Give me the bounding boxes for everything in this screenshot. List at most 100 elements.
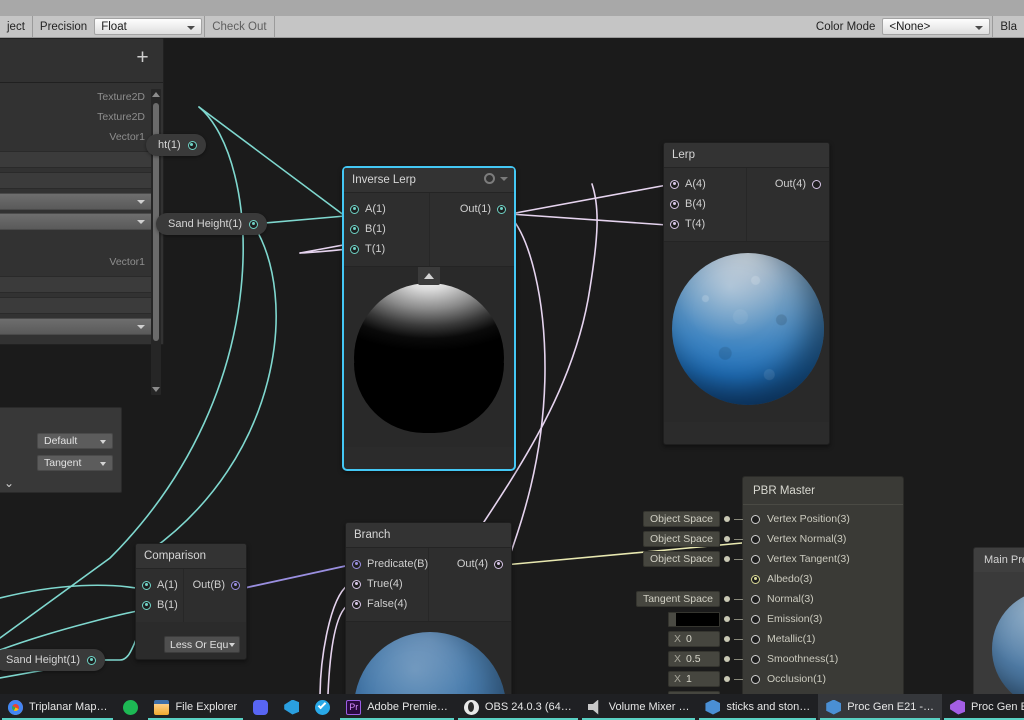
pbr-row-occlusion[interactable]: X 1 Occlusion(1): [743, 669, 903, 689]
property-output-slot[interactable]: [249, 220, 258, 229]
pbr-row-albedo[interactable]: Albedo(3): [743, 569, 903, 589]
pbr-row-metallic[interactable]: X 0 Metallic(1): [743, 629, 903, 649]
node-title-bar[interactable]: Inverse Lerp: [344, 168, 514, 193]
taskbar-item-obs[interactable]: OBS 24.0.3 (64…: [456, 694, 580, 720]
node-lerp[interactable]: Lerp A(4) B(4) T(4): [663, 142, 830, 445]
taskbar-item-check[interactable]: [307, 694, 338, 720]
node-title-bar[interactable]: Branch: [346, 523, 511, 548]
scroll-down-icon[interactable]: [152, 387, 160, 392]
port-out[interactable]: Out(4): [429, 554, 511, 574]
input-slot[interactable]: [751, 675, 760, 684]
add-property-button[interactable]: +: [134, 50, 151, 67]
taskbar-item-premiere[interactable]: Pr Adobe Premie…: [338, 694, 456, 720]
port-b[interactable]: B(1): [344, 219, 429, 239]
smoothness-input[interactable]: X 0.5: [668, 651, 720, 667]
pbr-row-vertex-tangent[interactable]: Object Space Vertex Tangent(3): [743, 549, 903, 569]
input-slot[interactable]: [350, 245, 359, 254]
input-slot[interactable]: [670, 200, 679, 209]
input-slot[interactable]: [350, 205, 359, 214]
port-a[interactable]: A(1): [344, 199, 429, 219]
pbr-row-emission[interactable]: Emission(3): [743, 609, 903, 629]
port-a[interactable]: A(1): [136, 575, 183, 595]
reference-guid-field-2[interactable]: 4C3F5EE4: [0, 276, 153, 293]
taskbar-item-file-explorer[interactable]: File Explorer: [146, 694, 245, 720]
space-dropdown[interactable]: Tangent Space: [636, 591, 720, 607]
port-true[interactable]: True(4): [346, 574, 428, 594]
taskbar-item-unity-procgen[interactable]: Proc Gen E21 -…: [818, 694, 942, 720]
input-slot[interactable]: [751, 595, 760, 604]
space-dropdown[interactable]: Object Space: [643, 551, 720, 567]
main-preview-sphere[interactable]: [992, 590, 1024, 694]
property-output-slot[interactable]: [87, 656, 96, 665]
input-slot[interactable]: [751, 635, 760, 644]
blackboard-row[interactable]: Vector1: [0, 252, 163, 272]
graph-canvas[interactable]: + Texture2D Texture2D Vector1 6F228B9F p…: [0, 38, 1024, 694]
collapse-preview-button[interactable]: [418, 267, 440, 285]
input-slot[interactable]: [751, 575, 760, 584]
output-slot[interactable]: [812, 180, 821, 189]
check-out-button[interactable]: Check Out: [205, 21, 273, 33]
gear-icon[interactable]: [484, 173, 495, 184]
property-pill-height[interactable]: ht(1): [146, 134, 206, 156]
chevron-down-icon[interactable]: [500, 177, 508, 181]
mode-dropdown-1[interactable]: [0, 193, 153, 210]
node-pbr-master[interactable]: PBR Master Object Space Vertex Position(…: [742, 476, 904, 694]
input-slot[interactable]: [751, 615, 760, 624]
port-predicate[interactable]: Predicate(B): [346, 554, 428, 574]
node-title-bar[interactable]: PBR Master: [743, 477, 903, 505]
tangent-dropdown[interactable]: Tangent: [37, 455, 113, 471]
port-out[interactable]: Out(1): [430, 199, 515, 219]
port-out[interactable]: Out(4): [747, 174, 829, 194]
output-slot[interactable]: [231, 581, 240, 590]
node-title-bar[interactable]: Lerp: [664, 143, 829, 168]
scroll-up-icon[interactable]: [152, 92, 160, 97]
port-b[interactable]: B(4): [664, 194, 746, 214]
blackboard-row[interactable]: Vector1: [0, 127, 163, 147]
port-b[interactable]: B(1): [136, 595, 183, 615]
property-output-slot[interactable]: [188, 141, 197, 150]
input-slot[interactable]: [751, 535, 760, 544]
taskbar-item-visual-studio[interactable]: Proc Gen E21 -…: [942, 694, 1024, 720]
input-slot[interactable]: [751, 515, 760, 524]
blackboard-panel[interactable]: + Texture2D Texture2D Vector1 6F228B9F p…: [0, 38, 164, 345]
pbr-row-normal[interactable]: Tangent Space Normal(3): [743, 589, 903, 609]
input-slot[interactable]: [142, 581, 151, 590]
node-title-bar[interactable]: Comparison: [136, 544, 246, 569]
comparison-operator-dropdown[interactable]: Less Or Equ: [164, 636, 240, 653]
input-slot[interactable]: [142, 601, 151, 610]
precision-dropdown[interactable]: Float: [94, 18, 202, 35]
taskbar-item-chrome[interactable]: Triplanar Map…: [0, 694, 115, 720]
space-dropdown[interactable]: Object Space: [643, 511, 720, 527]
taskbar-item-volume-mixer[interactable]: Volume Mixer …: [580, 694, 698, 720]
main-preview-panel[interactable]: Main Pre: [973, 547, 1024, 694]
input-slot[interactable]: [751, 655, 760, 664]
taskbar-item-unity-sticks[interactable]: sticks and ston…: [697, 694, 818, 720]
pbr-row-vertex-position[interactable]: Object Space Vertex Position(3): [743, 509, 903, 529]
emission-color-field[interactable]: [668, 612, 720, 627]
windows-taskbar[interactable]: Triplanar Map… File Explorer Pr Adobe Pr…: [0, 694, 1024, 720]
node-preview[interactable]: [344, 267, 514, 447]
color-mode-dropdown[interactable]: <None>: [882, 18, 990, 35]
pbr-row-vertex-normal[interactable]: Object Space Vertex Normal(3): [743, 529, 903, 549]
reference-guid-field[interactable]: 6F228B9F: [0, 151, 153, 168]
input-slot[interactable]: [352, 600, 361, 609]
port-t[interactable]: T(4): [664, 214, 746, 234]
input-slot[interactable]: [352, 580, 361, 589]
blackboard-row[interactable]: Texture2D: [0, 87, 163, 107]
property-pill-sand-height-bottom[interactable]: Sand Height(1): [0, 649, 105, 671]
blackboard-row[interactable]: Texture2D: [0, 107, 163, 127]
output-slot[interactable]: [497, 205, 506, 214]
collapse-settings-button[interactable]: ⌄: [0, 474, 121, 492]
output-slot[interactable]: [494, 560, 503, 569]
metallic-input[interactable]: X 0: [668, 631, 720, 647]
node-inverse-lerp[interactable]: Inverse Lerp A(1) B(1): [342, 166, 516, 471]
blackboard-toggle-cut[interactable]: Bla: [993, 21, 1024, 33]
property-pill-sand-height-top[interactable]: Sand Height(1): [156, 213, 267, 235]
input-slot[interactable]: [350, 225, 359, 234]
default-value-field[interactable]: [0, 172, 153, 189]
space-dropdown[interactable]: Object Space: [643, 531, 720, 547]
port-a[interactable]: A(4): [664, 174, 746, 194]
default-dropdown[interactable]: Default: [37, 433, 113, 449]
port-out[interactable]: Out(B): [184, 575, 246, 595]
input-slot[interactable]: [352, 560, 361, 569]
